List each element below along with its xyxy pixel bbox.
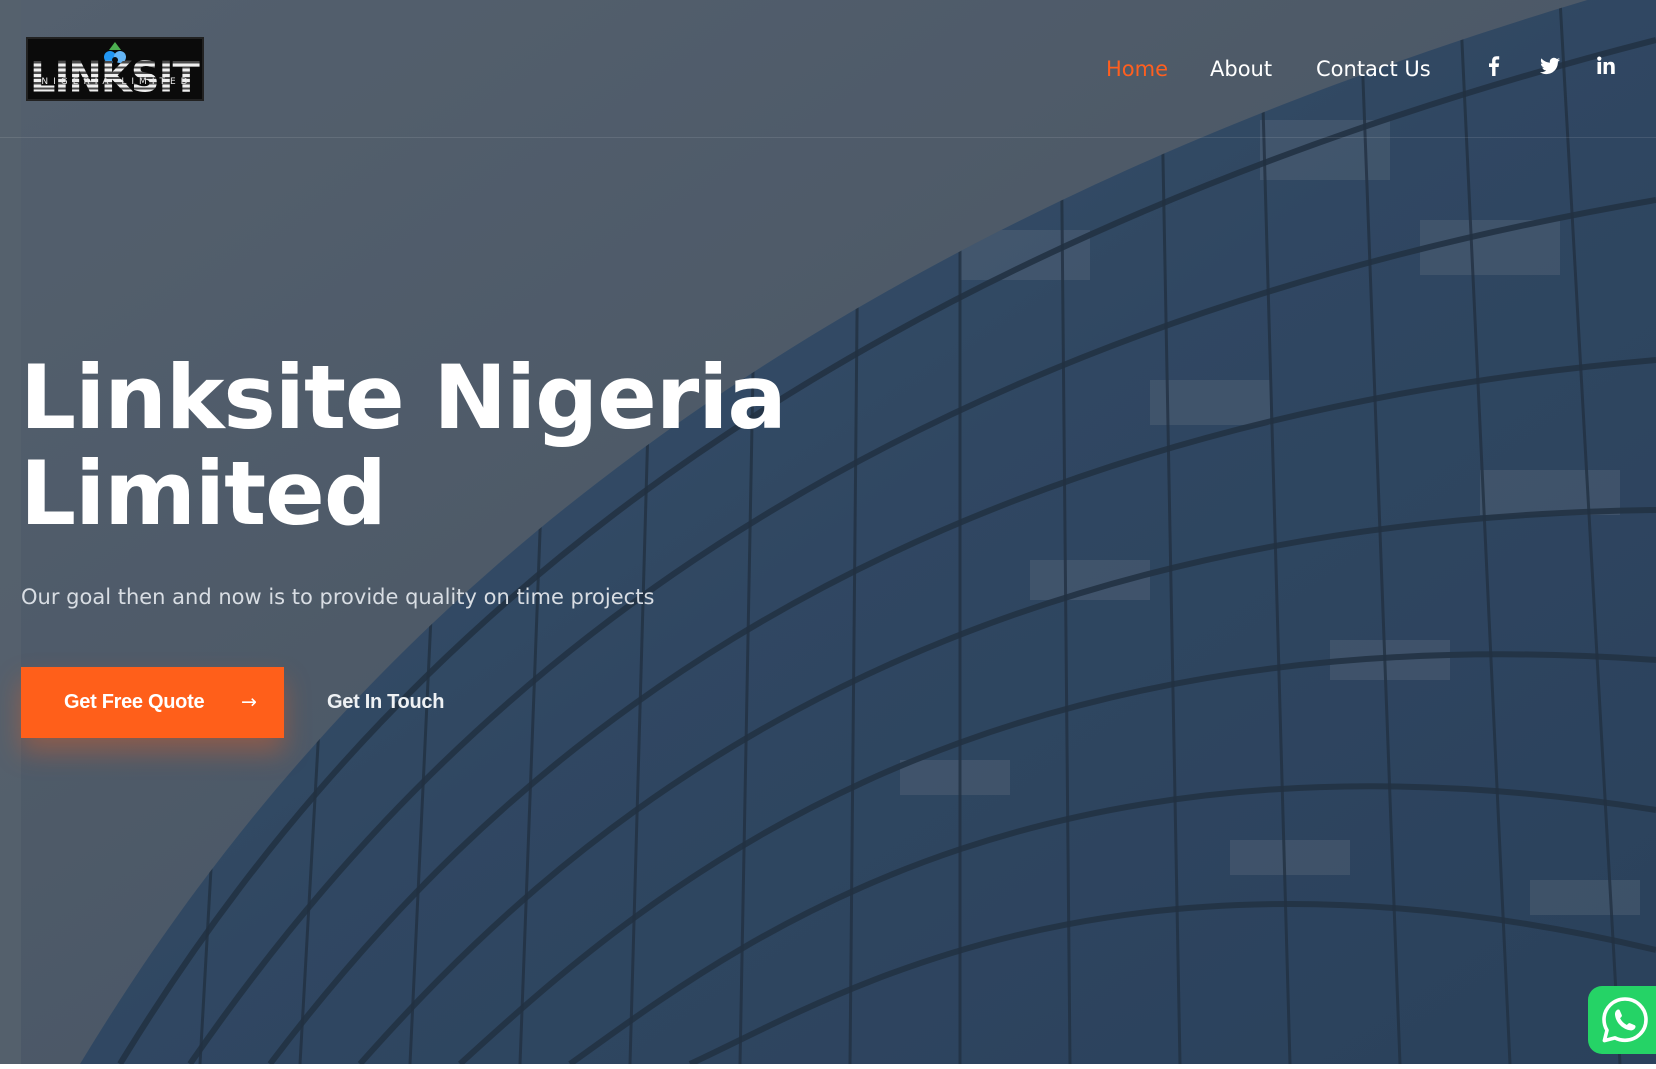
get-free-quote-button[interactable]: Get Free Quote → [21, 667, 284, 738]
hero-title: Linksite Nigeria Limited [20, 350, 920, 542]
left-edge-strip [0, 0, 21, 1064]
nav-item-contact-us[interactable]: Contact Us [1316, 52, 1431, 86]
hero-title-line-1: Linksite Nigeria [20, 346, 787, 449]
site-header: LINKSITE NIGERIA LIMITED Home About Cont… [0, 0, 1656, 138]
linkedin-link[interactable] [1591, 51, 1621, 81]
logo-tagline: NIGERIA LIMITED [41, 77, 193, 87]
get-free-quote-label: Get Free Quote [64, 691, 205, 713]
linkedin-icon [1597, 56, 1615, 74]
whatsapp-chat-button[interactable] [1588, 986, 1656, 1054]
whatsapp-icon [1602, 997, 1648, 1043]
get-in-touch-button[interactable]: Get In Touch [327, 667, 444, 738]
hero-subtitle: Our goal then and now is to provide qual… [21, 585, 655, 609]
site-logo[interactable]: LINKSITE NIGERIA LIMITED [26, 37, 204, 101]
nav-item-about[interactable]: About [1210, 52, 1272, 86]
twitter-link[interactable] [1535, 51, 1565, 81]
twitter-icon [1539, 57, 1560, 75]
nav-item-home[interactable]: Home [1106, 52, 1168, 86]
facebook-link[interactable] [1479, 51, 1509, 81]
arrow-right-icon: → [241, 691, 257, 713]
facebook-icon [1489, 56, 1500, 76]
hero-title-line-2: Limited [20, 442, 387, 545]
hero-section: LINKSITE NIGERIA LIMITED Home About Cont… [0, 0, 1656, 1064]
